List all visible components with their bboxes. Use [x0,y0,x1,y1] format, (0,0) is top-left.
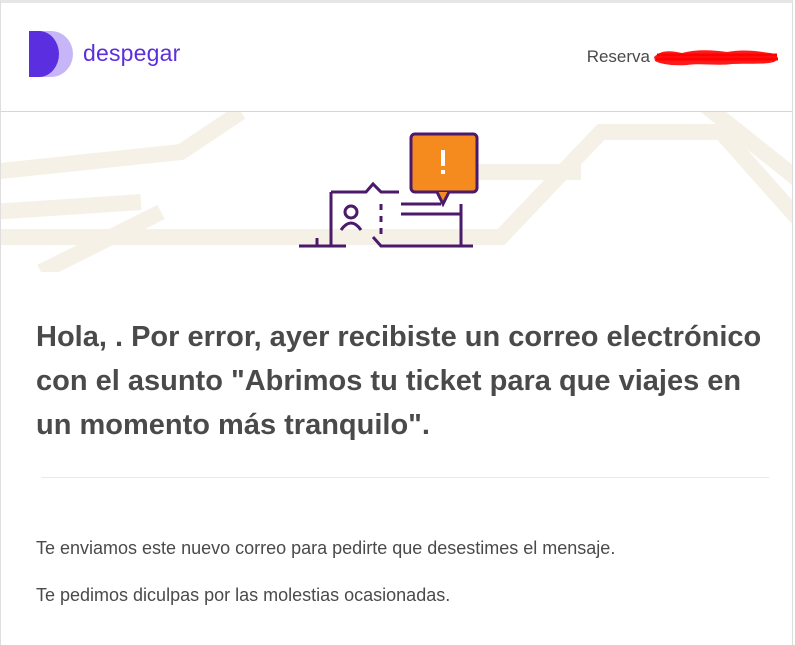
email-header: despegar Reserva [1,3,792,112]
redacted-booking-number [654,50,778,66]
content-divider [41,477,769,478]
hero-background-shapes [1,112,792,272]
despegar-logo-icon [29,31,73,77]
booking-reference: Reserva [587,47,782,67]
message-headline: Hola, . Por error, ayer recibiste un cor… [36,321,762,441]
email-card: despegar Reserva Hola, . Por error, ayer… [0,0,793,645]
message-body-1: Te enviamos este nuevo correo para pedir… [36,538,616,558]
booking-label: Reserva [586,47,650,66]
hero-banner [1,112,792,272]
brand-name: despegar [83,39,181,66]
brand-logo[interactable]: despegar [29,31,181,77]
message-body-2: Te pedimos diculpas por las molestias oc… [36,585,451,605]
